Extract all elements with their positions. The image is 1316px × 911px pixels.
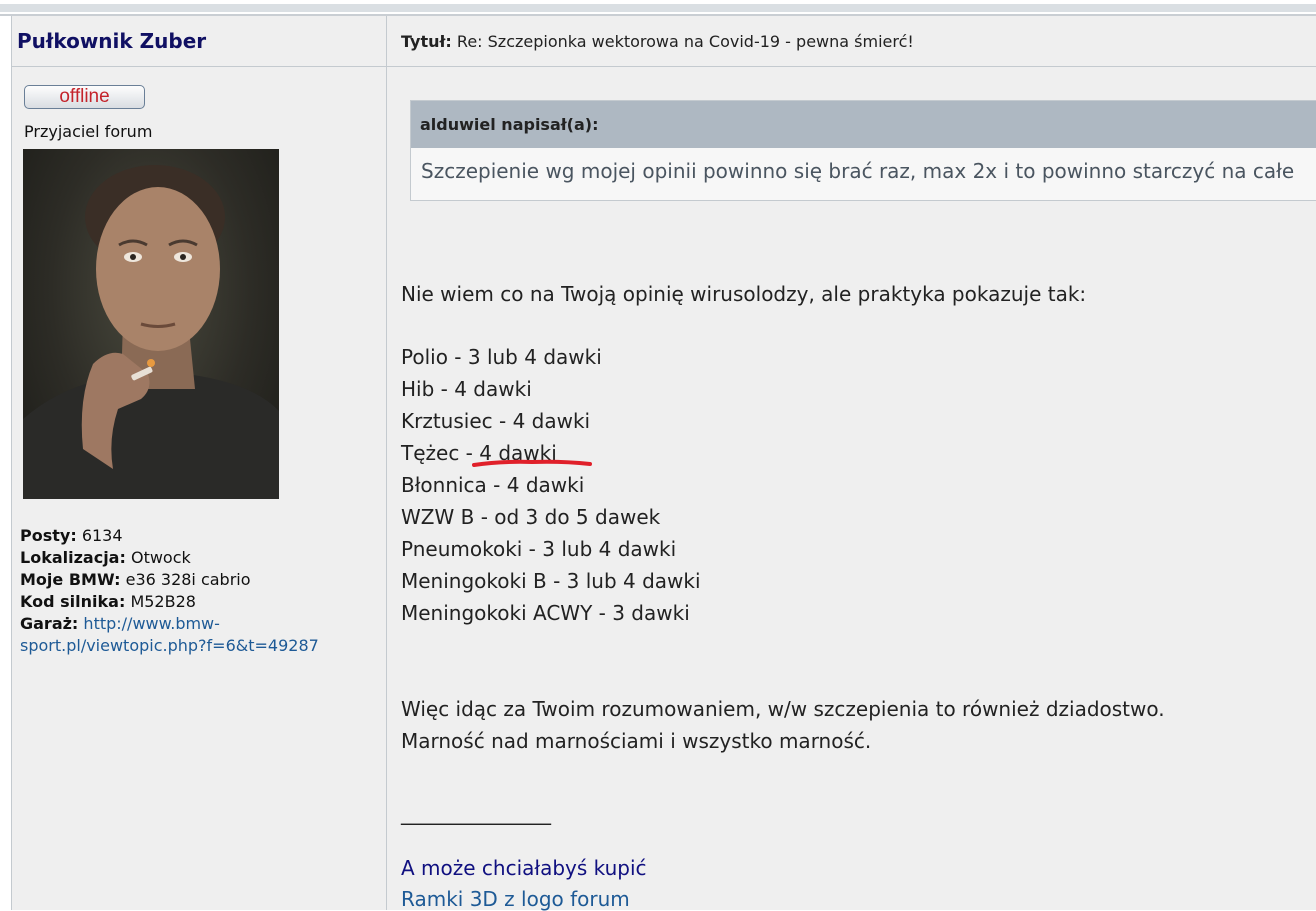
location-label: Lokalizacja: (20, 548, 126, 567)
avatar (23, 149, 279, 499)
post-title-text: Re: Szczepionka wektorowa na Covid-19 - … (456, 32, 914, 51)
garage-link-line2[interactable]: sport.pl/viewtopic.php?f=6&t=49287 (20, 636, 319, 655)
bmw-label: Moje BMW: (20, 570, 121, 589)
list-item: Meningokoki B - 3 lub 4 dawki (401, 569, 701, 593)
quote-text: Szczepienie wg mojej opinii powinno się … (421, 159, 1295, 183)
bmw-value: e36 328i cabrio (125, 570, 251, 589)
list-item: Błonnica - 4 dawki (401, 473, 585, 497)
user-profile: Posty: 6134 Lokalizacja: Otwock Moje BMW… (20, 525, 319, 657)
location-value: Otwock (130, 548, 191, 567)
post-conclusion-1: Więc idąc za Twoim rozumowaniem, w/w szc… (401, 697, 1165, 721)
signature-line-1[interactable]: A może chciałabyś kupić (401, 856, 647, 880)
engine-value: M52B28 (130, 592, 196, 611)
red-underline-annotation (472, 459, 592, 467)
list-item: Meningokoki ACWY - 3 dawki (401, 601, 690, 625)
offline-status-badge: offline (24, 85, 145, 109)
top-bar (0, 0, 1316, 16)
list-item: Pneumokoki - 3 lub 4 dawki (401, 537, 677, 561)
top-strip (0, 4, 1316, 12)
quote-block: alduwiel napisał(a): Szczepienie wg moje… (410, 100, 1316, 201)
engine-label: Kod silnika: (20, 592, 126, 611)
post-title-label: Tytuł: (401, 32, 452, 51)
list-item: Krztusiec - 4 dawki (401, 409, 591, 433)
post-intro: Nie wiem co na Twoją opinię wirusolodzy,… (401, 282, 1087, 306)
posts-label: Posty: (20, 526, 77, 545)
post-conclusion-2: Marność nad marnościami i wszystko marno… (401, 729, 872, 753)
post-title: Tytuł: Re: Szczepionka wektorowa na Covi… (401, 32, 914, 51)
posts-value: 6134 (81, 526, 123, 545)
post-table: Pułkownik Zuber Tytuł: Re: Szczepionka w… (11, 16, 1316, 911)
list-item: Polio - 3 lub 4 dawki (401, 345, 602, 369)
quote-header: alduwiel napisał(a): (411, 101, 1316, 148)
list-item: WZW B - od 3 do 5 dawek (401, 505, 661, 529)
list-item: Hib - 4 dawki (401, 377, 532, 401)
author-name[interactable]: Pułkownik Zuber (17, 29, 206, 53)
avatar-image (23, 165, 279, 499)
garage-link-line1[interactable]: http://www.bmw- (83, 614, 220, 633)
garage-label: Garaż: (20, 614, 79, 633)
user-rank: Przyjaciel forum (24, 122, 153, 141)
column-divider (386, 16, 387, 910)
signature-link[interactable]: Ramki 3D z logo forum (401, 887, 630, 911)
signature-divider: _______________ (401, 801, 551, 825)
